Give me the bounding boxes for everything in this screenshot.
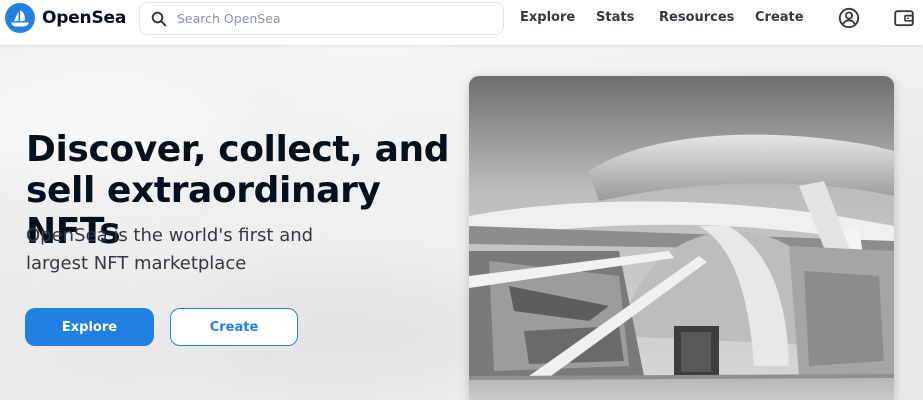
featured-nft-image[interactable] — [469, 76, 894, 400]
opensea-logo-icon — [5, 3, 35, 33]
nav-resources[interactable]: Resources — [659, 10, 734, 25]
explore-button[interactable]: Explore — [25, 308, 154, 346]
search-input[interactable] — [177, 4, 477, 33]
account-icon[interactable] — [838, 7, 860, 29]
wallet-icon[interactable] — [893, 7, 915, 29]
hero-subtitle-line-2: largest NFT marketplace — [26, 253, 247, 274]
nav-stats[interactable]: Stats — [596, 10, 634, 25]
search-icon — [151, 11, 167, 27]
create-button[interactable]: Create — [170, 308, 298, 346]
top-navbar: OpenSea Explore Stats Resources Create — [0, 0, 923, 45]
featured-architecture-photo — [469, 76, 894, 400]
search-bar[interactable] — [139, 2, 504, 35]
hero-title-line-1: Discover, collect, and — [26, 129, 450, 170]
home-logo-link[interactable]: OpenSea — [5, 3, 126, 33]
hero-section: Discover, collect, and sell extraordinar… — [0, 45, 923, 400]
hero-subtitle: OpenSea is the world's first and largest… — [26, 222, 346, 278]
hero-subtitle-line-1: OpenSea is the world's first and — [26, 225, 314, 246]
nav-create[interactable]: Create — [755, 10, 804, 25]
nav-explore[interactable]: Explore — [520, 10, 575, 25]
brand-name: OpenSea — [42, 8, 127, 28]
